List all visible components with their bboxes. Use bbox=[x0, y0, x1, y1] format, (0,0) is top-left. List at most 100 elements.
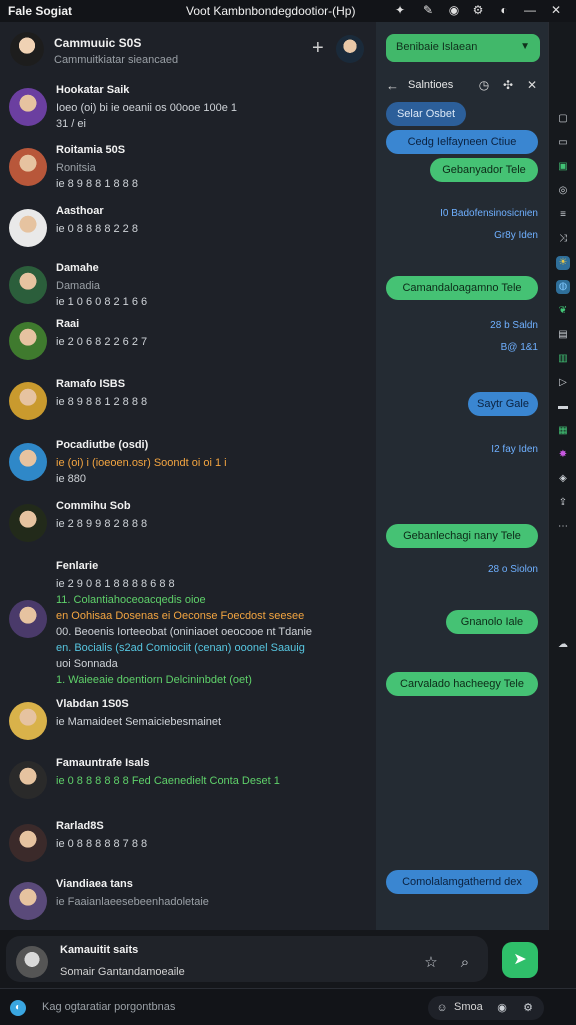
message-bubble: Comolalamgathernd dex bbox=[386, 870, 538, 894]
record-icon[interactable]: ◉ bbox=[494, 1000, 510, 1016]
avatar bbox=[9, 209, 47, 247]
chat-name: Commihu Sob bbox=[56, 500, 131, 512]
emoji-icon[interactable]: ☺ bbox=[434, 1000, 450, 1016]
chat-name: Roitamia 50S bbox=[56, 144, 126, 156]
book-icon[interactable]: ▥ bbox=[556, 352, 570, 366]
page-icon[interactable]: ▤ bbox=[556, 328, 570, 342]
leaf-icon[interactable]: ❦ bbox=[556, 304, 570, 318]
message-bubble: Selar Osbet bbox=[386, 102, 466, 126]
chat-preview: ie 880 bbox=[56, 473, 86, 485]
list-item[interactable]: Aasthoar ie 0 8 8 8 8 2 2 8 bbox=[0, 205, 376, 261]
share-icon[interactable]: ⇪ bbox=[556, 496, 570, 510]
list-item[interactable]: Famauntrafe Isals ie 0 8 8 8 8 8 8 Fed Ca… bbox=[0, 757, 376, 813]
list-icon[interactable]: ≡ bbox=[556, 208, 570, 222]
message-meta: 28 b Saldn bbox=[490, 320, 538, 331]
avatar bbox=[9, 882, 47, 920]
monitor-icon[interactable]: ▭ bbox=[556, 136, 570, 150]
avatar bbox=[9, 322, 47, 360]
alert-icon[interactable]: ◐ bbox=[496, 2, 512, 18]
chat-name: Famauntrafe Isals bbox=[56, 757, 150, 769]
avatar bbox=[9, 600, 47, 638]
more-icon[interactable]: ⋯ bbox=[556, 520, 570, 534]
minimize-icon[interactable]: — bbox=[522, 2, 538, 18]
chat-name: Fenlarie bbox=[56, 560, 99, 572]
avatar bbox=[9, 504, 47, 542]
side-rail: ▢ ▭ ▣ ◎ ≡ ⤨ ☀ ◍ ❦ ▤ ▥ ▷ ▬ ▦ ✸ ◈ ⇪ ⋯ ☁ ⚙ … bbox=[548, 22, 576, 988]
record-icon[interactable]: ◉ bbox=[446, 2, 462, 18]
clock-icon[interactable]: ◷ bbox=[476, 77, 492, 93]
message-input-box[interactable]: Kamauitit saits Somair Gantandamoeaile ☆… bbox=[6, 936, 488, 982]
conversation-title: Salntioes bbox=[408, 79, 454, 91]
profile-avatar[interactable] bbox=[336, 35, 364, 63]
bookmark-icon[interactable]: ☆ bbox=[422, 954, 440, 972]
edit-icon[interactable]: ✎ bbox=[420, 2, 436, 18]
composer: Kamauitit saits Somair Gantandamoeaile ☆… bbox=[0, 930, 576, 988]
star-icon[interactable]: ✸ bbox=[556, 448, 570, 462]
chat-preview: Ronitsia bbox=[56, 162, 96, 174]
cloud-icon[interactable]: ☁ bbox=[556, 638, 570, 652]
list-item[interactable]: Commihu Sob ie 2 8 9 9 8 2 8 8 8 bbox=[0, 500, 376, 556]
chat-preview: ie 2 8 9 9 8 2 8 8 8 bbox=[56, 518, 148, 530]
conversation-dropdown[interactable]: Benibaie Islaean ▼ bbox=[386, 34, 540, 62]
globe-icon[interactable]: ◐ bbox=[10, 1000, 26, 1016]
title-bar: Fale Sogiat Voot Kambnbondegdootior-(Hp)… bbox=[0, 0, 576, 23]
play-icon[interactable]: ▷ bbox=[556, 376, 570, 390]
list-item[interactable]: Vlabdan 1S0S ie Mamaideet Semaiciebesmain… bbox=[0, 698, 376, 754]
phone-icon[interactable]: ▣ bbox=[556, 160, 570, 174]
chevron-down-icon: ▼ bbox=[520, 41, 530, 52]
list-item[interactable]: Viandiaea tans ie Faaianlaeesebeenhadolet… bbox=[0, 878, 376, 934]
chat-preview: en. Bocialis (s2ad Comiociit (cenan) ooo… bbox=[56, 642, 305, 654]
avatar bbox=[9, 382, 47, 420]
chat-name: Damahe bbox=[56, 262, 99, 274]
dot-icon[interactable]: ◈ bbox=[556, 472, 570, 486]
chat-list-panel: Cammuuic S0S Cammuitkiatar sieancaed + H… bbox=[0, 22, 376, 930]
list-item[interactable]: Damahe Damadia ie 1 0 6 0 8 2 1 6 6 bbox=[0, 262, 376, 318]
conversation-pane: Benibaie Islaean ▼ ← Salntioes ◷ ✣ ✕ Sel… bbox=[376, 22, 548, 930]
list-item[interactable]: Roitamia 50S Ronitsia ie 8 9 8 8 1 8 8 8 bbox=[0, 144, 376, 200]
chat-name: Viandiaea tans bbox=[56, 878, 133, 890]
avatar bbox=[9, 443, 47, 481]
status-text: Kag ogtaratiar porgontbnas bbox=[42, 1001, 176, 1013]
chat-preview: ie 8 9 8 8 1 2 8 8 8 bbox=[56, 396, 148, 408]
globe-icon[interactable]: ◍ bbox=[556, 280, 570, 294]
message-input[interactable]: Somair Gantandamoeaile bbox=[60, 966, 185, 978]
puzzle-icon[interactable]: ✣ bbox=[500, 77, 516, 93]
send-button[interactable]: ➤ bbox=[502, 942, 538, 978]
list-item[interactable]: Raai ie 2 0 6 8 2 2 6 2 7 bbox=[0, 318, 376, 374]
composer-name: Kamauitit saits bbox=[60, 944, 139, 956]
list-item[interactable]: Ramafo ISBS ie 8 9 8 8 1 2 8 8 8 bbox=[0, 378, 376, 434]
list-item[interactable]: Fenlarie ie 2 9 0 8 1 8 8 8 8 6 8 8 11. Co… bbox=[0, 560, 376, 686]
folder-icon[interactable]: ▬ bbox=[556, 400, 570, 414]
chat-preview: en Oohisaa Dosenas ei Oeconse Foecdost s… bbox=[56, 610, 305, 622]
search-icon[interactable]: ⌕ bbox=[456, 954, 474, 972]
message-bubble: Carvalado hacheegy Tele bbox=[386, 672, 538, 696]
pin-icon[interactable]: ✦ bbox=[392, 2, 408, 18]
avatar bbox=[9, 266, 47, 304]
message-bubble: Gnanolo Iale bbox=[446, 610, 538, 634]
close-window-icon[interactable]: ✕ bbox=[548, 2, 564, 18]
message-bubble: Gebanlechagi nany Tele bbox=[386, 524, 538, 548]
chat-preview: ie Mamaideet Semaiciebesmainet bbox=[56, 716, 222, 728]
target-icon[interactable]: ◎ bbox=[556, 184, 570, 198]
list-item[interactable]: Rarlad8S ie 0 8 8 8 8 8 7 8 8 bbox=[0, 820, 376, 876]
settings-icon[interactable]: ⚙ bbox=[470, 2, 486, 18]
chat-preview: ie 0 8 8 8 8 8 7 8 8 bbox=[56, 838, 148, 850]
new-chat-button[interactable]: + bbox=[312, 38, 324, 58]
avatar bbox=[16, 946, 48, 978]
shuffle-icon[interactable]: ⤨ bbox=[556, 232, 570, 246]
avatar bbox=[9, 702, 47, 740]
back-arrow-icon[interactable]: ← bbox=[386, 78, 399, 93]
chat-preview: ie 2 0 6 8 2 2 6 2 7 bbox=[56, 336, 148, 348]
avatar bbox=[9, 761, 47, 799]
list-item[interactable]: Hookatar Saik Ioeo (oi) bi ie oeanii os 0… bbox=[0, 84, 376, 140]
avatar[interactable] bbox=[10, 32, 44, 66]
chat-icon[interactable]: ▢ bbox=[556, 112, 570, 126]
list-item[interactable]: Pocadiutbe (osdi) ie (oi) i (ioeoen.osr) … bbox=[0, 439, 376, 495]
close-icon[interactable]: ✕ bbox=[524, 77, 540, 93]
box-icon[interactable]: ▦ bbox=[556, 424, 570, 438]
message-meta: B@ 1&1 bbox=[500, 342, 538, 353]
chat-preview: ie Faaianlaeesebeenhadoletaie bbox=[56, 896, 209, 908]
sun-icon[interactable]: ☀ bbox=[556, 256, 570, 270]
settings-icon[interactable]: ⚙ bbox=[520, 1000, 536, 1016]
chat-preview: 00. Beoenis Iorteeobat (oniniaoet oeocoo… bbox=[56, 626, 313, 638]
